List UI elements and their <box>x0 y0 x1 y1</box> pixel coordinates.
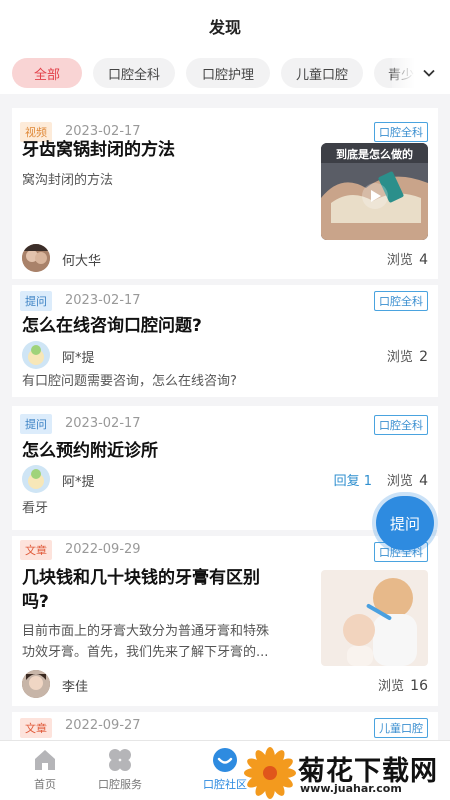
post-card[interactable]: 文章 2022-09-29 口腔全科 几块钱和几十块钱的牙膏有区别 吗? 目前市… <box>12 536 438 706</box>
avatar[interactable] <box>22 341 50 369</box>
post-type-tag: 文章 <box>20 540 52 560</box>
post-date: 2023-02-17 <box>65 293 141 308</box>
flower-logo-icon <box>244 747 296 799</box>
post-title: 怎么预约附近诊所 <box>22 441 158 461</box>
top-bar: 发现 <box>0 0 450 52</box>
view-count: 浏览 16 <box>378 675 428 694</box>
post-title-line-1: 几块钱和几十块钱的牙膏有区别 <box>22 568 260 588</box>
post-type-tag: 提问 <box>20 414 52 434</box>
toothbrush-photo <box>321 570 428 666</box>
chevron-down-icon <box>423 69 435 77</box>
views-label: 浏览 <box>386 253 413 268</box>
watermark-url: www.juahar.com <box>300 782 402 795</box>
views-label: 浏览 <box>386 350 413 365</box>
view-count: 浏览 4 <box>387 249 428 268</box>
category-tabs: 全部 口腔全科 口腔护理 儿童口腔 青少 <box>0 52 450 94</box>
nav-label: 口腔社区 <box>203 778 247 791</box>
tab-label: 口腔护理 <box>201 67 254 83</box>
post-card[interactable]: 提问 2023-02-17 口腔全科 怎么预约附近诊所 阿*提 回复 1 浏览 … <box>12 406 438 530</box>
play-icon <box>371 190 381 202</box>
post-card[interactable]: 文章 2022-09-27 儿童口腔 <box>12 712 438 740</box>
grid-icon <box>109 749 131 771</box>
category-badge: 儿童口腔 <box>374 718 428 738</box>
avatar-photo <box>22 244 50 272</box>
post-feed[interactable]: 视频 2023-02-17 口腔全科 牙齿窝锅封闭的方法 窝沟封闭的方法 到底是… <box>0 100 450 740</box>
post-title: 怎么在线咨询口腔问题? <box>22 316 202 336</box>
post-description: 有口腔问题需要咨询，怎么在线咨询? <box>22 374 237 389</box>
community-icon <box>213 748 237 772</box>
tabs-expand-button[interactable] <box>392 52 450 94</box>
post-date: 2023-02-17 <box>65 124 141 139</box>
play-button[interactable] <box>362 183 388 209</box>
nav-label: 口腔服务 <box>98 778 142 791</box>
author-name: 阿*提 <box>62 475 95 490</box>
page-title: 发现 <box>208 18 241 37</box>
avatar[interactable] <box>22 465 50 493</box>
tab-label: 全部 <box>33 67 60 83</box>
post-title-line-2: 吗? <box>22 592 49 612</box>
home-icon <box>35 750 55 770</box>
ask-question-button[interactable]: 提问 <box>376 496 434 550</box>
views-number: 4 <box>419 473 428 489</box>
cartoon-avatar <box>22 341 50 369</box>
reply-label: 回复 <box>333 474 360 489</box>
thumbnail-caption: 到底是怎么做的 <box>336 148 413 161</box>
avatar[interactable] <box>22 244 50 272</box>
post-type-tag: 文章 <box>20 718 52 738</box>
views-number: 4 <box>419 252 428 268</box>
post-description: 看牙 <box>22 501 49 516</box>
tab-general-dentistry[interactable]: 口腔全科 <box>93 58 175 88</box>
author-name: 李佳 <box>62 680 89 695</box>
view-count: 浏览 4 <box>387 470 428 489</box>
avatar[interactable] <box>22 670 50 698</box>
category-badge: 口腔全科 <box>374 415 428 435</box>
category-badge: 口腔全科 <box>374 291 428 311</box>
cartoon-avatar <box>22 465 50 493</box>
post-date: 2022-09-29 <box>65 542 141 557</box>
category-badge: 口腔全科 <box>374 122 428 142</box>
article-thumbnail[interactable] <box>321 570 428 666</box>
post-title: 牙齿窝锅封闭的方法 <box>22 140 175 160</box>
tab-all[interactable]: 全部 <box>12 58 82 88</box>
views-number: 2 <box>419 349 428 365</box>
post-description-line-2: 功效牙膏。首先，我们先来了解下牙膏的... <box>22 645 269 660</box>
tab-label: 儿童口腔 <box>295 67 348 83</box>
nav-label: 首页 <box>34 778 56 791</box>
views-label: 浏览 <box>378 679 405 694</box>
author-name: 阿*提 <box>62 351 95 366</box>
views-label: 浏览 <box>386 474 413 489</box>
author-name: 何大华 <box>62 254 102 269</box>
tab-label: 口腔全科 <box>107 67 160 83</box>
reply-number: 1 <box>363 474 372 489</box>
tab-oral-care[interactable]: 口腔护理 <box>186 58 270 88</box>
ask-button-label: 提问 <box>389 514 420 533</box>
watermark: 菊花下载网 www.juahar.com <box>244 745 450 800</box>
post-card[interactable]: 提问 2023-02-17 口腔全科 怎么在线咨询口腔问题? 阿*提 浏览 2 … <box>12 285 438 397</box>
tab-pediatric-dentistry[interactable]: 儿童口腔 <box>281 58 363 88</box>
post-type-tag: 提问 <box>20 291 52 311</box>
reply-count[interactable]: 回复 1 <box>334 470 372 489</box>
post-date: 2023-02-17 <box>65 416 141 431</box>
avatar-photo <box>22 670 50 698</box>
post-card[interactable]: 视频 2023-02-17 口腔全科 牙齿窝锅封闭的方法 窝沟封闭的方法 到底是… <box>12 108 438 279</box>
views-number: 16 <box>410 678 428 694</box>
post-description: 窝沟封闭的方法 <box>22 173 114 188</box>
post-date: 2022-09-27 <box>65 718 141 733</box>
nav-oral-services[interactable]: 口腔服务 <box>75 747 165 792</box>
view-count: 浏览 2 <box>387 346 428 365</box>
video-thumbnail[interactable]: 到底是怎么做的 <box>321 143 428 240</box>
post-description-line-1: 目前市面上的牙膏大致分为普通牙膏和特殊 <box>22 624 270 639</box>
